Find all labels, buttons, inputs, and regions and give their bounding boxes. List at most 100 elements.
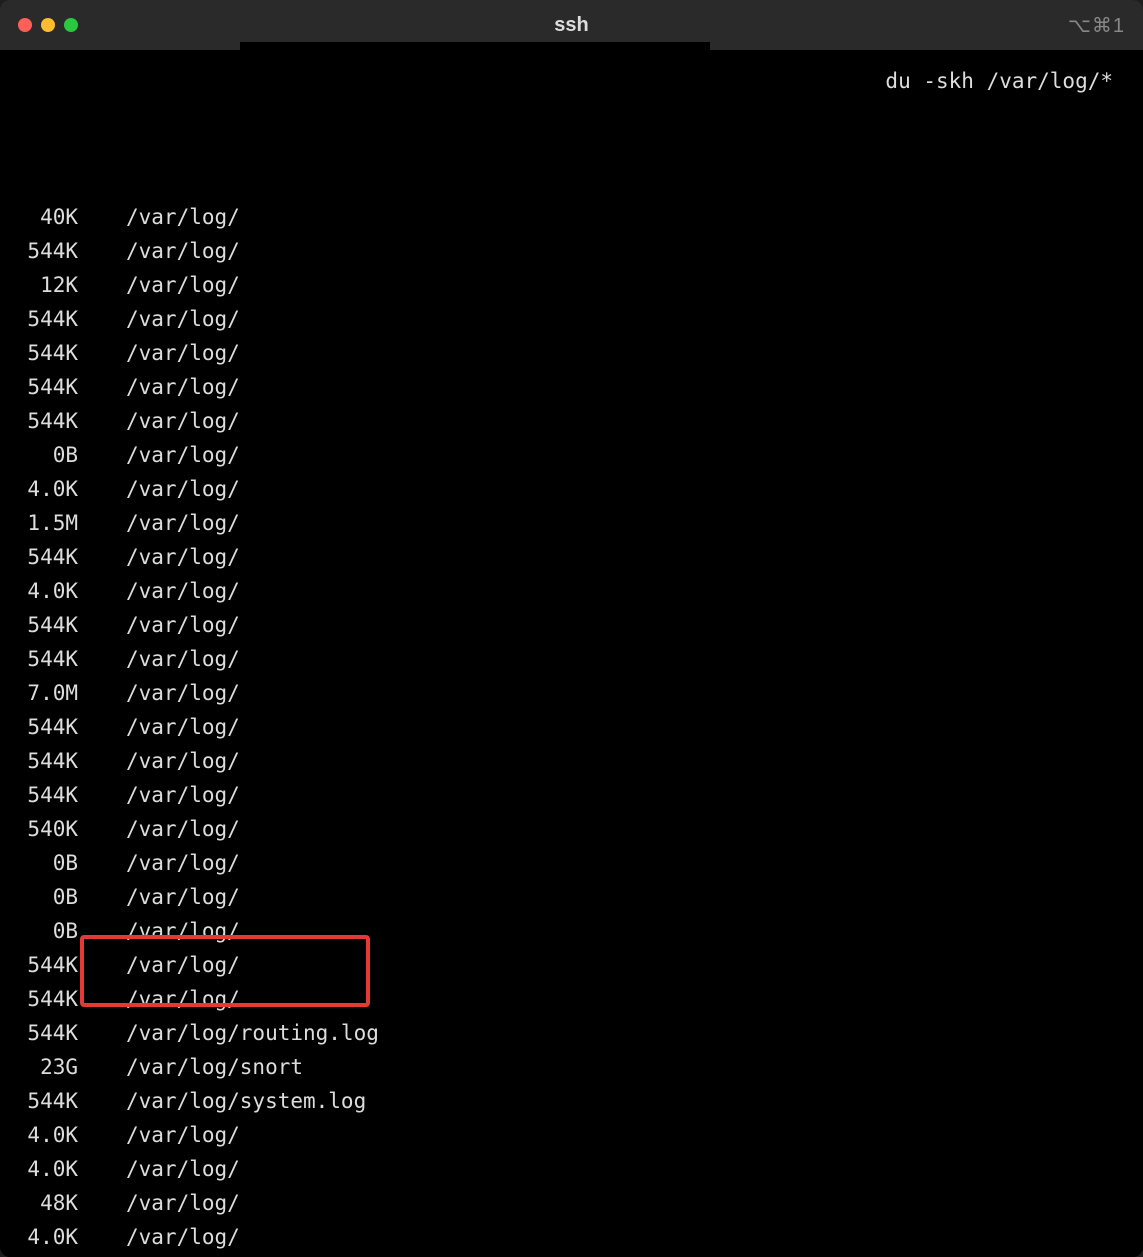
size-value: 544K	[8, 982, 78, 1016]
traffic-lights	[18, 18, 78, 32]
path-value: /var/log/	[126, 506, 240, 540]
output-row: 544K/var/log/routing.log	[8, 1016, 1135, 1050]
path-value: /var/log/	[126, 982, 240, 1016]
path-value: /var/log/	[126, 336, 240, 370]
path-value: /var/log/	[126, 642, 240, 676]
output-row: 4.0K/var/log/	[8, 1152, 1135, 1186]
output-row: 0B/var/log/	[8, 914, 1135, 948]
path-value: /var/log/	[126, 846, 240, 880]
output-row: 0B/var/log/	[8, 438, 1135, 472]
size-value: 12K	[8, 268, 78, 302]
path-value: /var/log/snort	[126, 1050, 303, 1084]
output-row: 544K/var/log/	[8, 982, 1135, 1016]
size-value: 40K	[8, 200, 78, 234]
size-value: 4.0K	[8, 472, 78, 506]
output-row: 0B/var/log/	[8, 846, 1135, 880]
terminal-viewport[interactable]: du -skh /var/log/* 40K/var/log/544K/var/…	[0, 58, 1143, 1257]
output-row: 48K/var/log/	[8, 1186, 1135, 1220]
output-row: 0B/var/log/	[8, 880, 1135, 914]
path-value: /var/log/	[126, 234, 240, 268]
path-value: /var/log/	[126, 914, 240, 948]
output-row: 4.0K/var/log/	[8, 574, 1135, 608]
path-value: /var/log/	[126, 778, 240, 812]
size-value: 48K	[8, 1186, 78, 1220]
terminal-window: ssh ⌥⌘1 du -skh /var/log/* 40K/var/log/5…	[0, 0, 1143, 1257]
size-value: 544K	[8, 1016, 78, 1050]
active-tab[interactable]	[240, 42, 710, 58]
path-value: /var/log/routing.log	[126, 1016, 379, 1050]
output-rows: 40K/var/log/544K/var/log/12K/var/log/544…	[8, 166, 1135, 1257]
output-row: 544K/var/log/	[8, 744, 1135, 778]
size-value: 0B	[8, 880, 78, 914]
close-button[interactable]	[18, 18, 32, 32]
path-value: /var/log/	[126, 404, 240, 438]
size-value: 540K	[8, 812, 78, 846]
path-value: /var/log/	[126, 1220, 240, 1254]
output-row: 544K/var/log/	[8, 540, 1135, 574]
output-row: 544K/var/log/	[8, 948, 1135, 982]
output-row: 544K/var/log/	[8, 710, 1135, 744]
path-value: /var/log/	[126, 676, 240, 710]
size-value: 544K	[8, 710, 78, 744]
size-value: 7.0M	[8, 676, 78, 710]
output-row: 544K/var/log/	[8, 370, 1135, 404]
maximize-button[interactable]	[64, 18, 78, 32]
size-value: 4.0K	[8, 1118, 78, 1152]
path-value: /var/log/	[126, 948, 240, 982]
path-value: /var/log/	[126, 472, 240, 506]
window-title: ssh	[0, 14, 1143, 37]
minimize-button[interactable]	[41, 18, 55, 32]
size-value: 544K	[8, 404, 78, 438]
path-value: /var/log/	[126, 1118, 240, 1152]
size-value: 544K	[8, 744, 78, 778]
path-value: /var/log/	[126, 574, 240, 608]
output-row: 1.5M/var/log/	[8, 506, 1135, 540]
output-row: 544K/var/log/system.log	[8, 1084, 1135, 1118]
size-value: 544K	[8, 642, 78, 676]
path-value: /var/log/	[126, 200, 240, 234]
size-value: 0B	[8, 846, 78, 880]
size-value: 544K	[8, 948, 78, 982]
command-line: du -skh /var/log/*	[885, 64, 1113, 98]
size-value: 4.0K	[8, 1152, 78, 1186]
path-value: /var/log/	[126, 370, 240, 404]
path-value: /var/log/	[126, 1152, 240, 1186]
size-value: 544K	[8, 234, 78, 268]
path-value: /var/log/system.log	[126, 1084, 366, 1118]
size-value: 544K	[8, 608, 78, 642]
size-value: 0B	[8, 914, 78, 948]
output-row: 544K/var/log/	[8, 404, 1135, 438]
size-value: 544K	[8, 778, 78, 812]
output-row: 544K/var/log/	[8, 642, 1135, 676]
output-row: 4.0K/var/log/	[8, 472, 1135, 506]
size-value: 4.0K	[8, 1220, 78, 1254]
output-row: 40K/var/log/	[8, 200, 1135, 234]
path-value: /var/log/	[126, 880, 240, 914]
size-value: 1.5M	[8, 506, 78, 540]
path-value: /var/log/	[126, 302, 240, 336]
output-row: 540K/var/log/	[8, 812, 1135, 846]
path-value: /var/log/	[126, 1186, 240, 1220]
path-value: /var/log/	[126, 812, 240, 846]
output-row: 7.0M/var/log/	[8, 676, 1135, 710]
size-value: 544K	[8, 336, 78, 370]
size-value: 0B	[8, 438, 78, 472]
output-row: 544K/var/log/	[8, 336, 1135, 370]
output-row: 23G/var/log/snort	[8, 1050, 1135, 1084]
size-value: 4.0K	[8, 574, 78, 608]
size-value: 544K	[8, 370, 78, 404]
tab-strip	[0, 50, 1143, 58]
size-value: 23G	[8, 1050, 78, 1084]
path-value: /var/log/	[126, 268, 240, 302]
path-value: /var/log/	[126, 710, 240, 744]
output-row: 4.0K/var/log/	[8, 1118, 1135, 1152]
output-row: 4.0K/var/log/	[8, 1220, 1135, 1254]
path-value: /var/log/	[126, 540, 240, 574]
hotkey-indicator: ⌥⌘1	[1068, 13, 1125, 38]
size-value: 544K	[8, 1084, 78, 1118]
path-value: /var/log/	[126, 438, 240, 472]
output-row: 544K/var/log/	[8, 234, 1135, 268]
output-row: 544K/var/log/	[8, 302, 1135, 336]
output-row: 544K/var/log/	[8, 778, 1135, 812]
size-value: 544K	[8, 540, 78, 574]
